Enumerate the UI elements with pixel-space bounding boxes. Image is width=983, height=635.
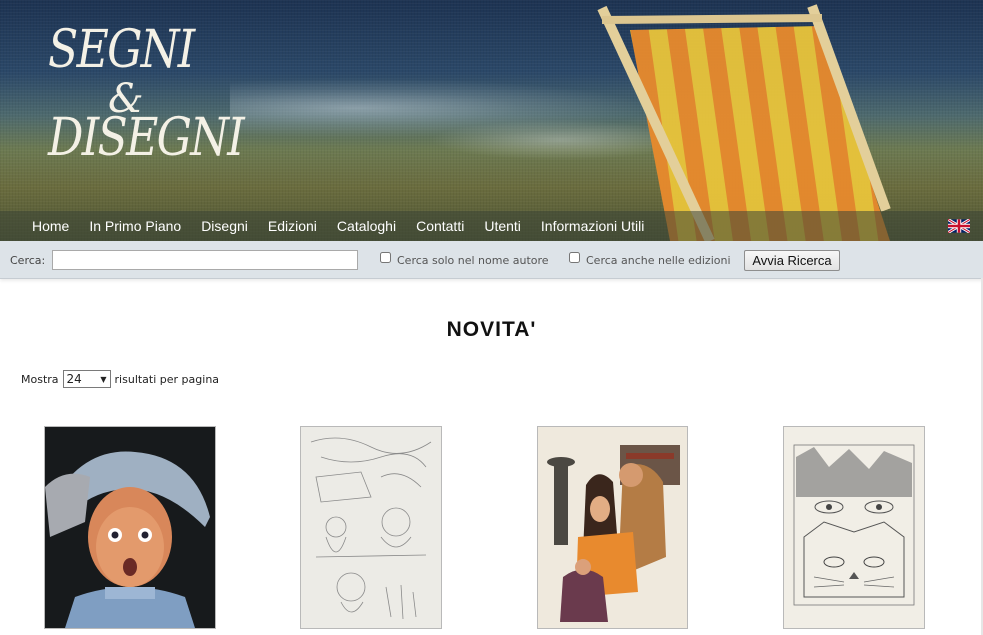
- chevron-down-icon: ▼: [100, 374, 107, 384]
- author-only-checkbox[interactable]: [380, 252, 391, 263]
- nav-contatti[interactable]: Contatti: [416, 218, 464, 234]
- search-button[interactable]: Avvia Ricerca: [744, 250, 840, 271]
- per-page-select[interactable]: 24 ▼: [62, 370, 111, 388]
- nav-home[interactable]: Home: [32, 218, 69, 234]
- nav-informazioni-utili[interactable]: Informazioni Utili: [541, 218, 644, 234]
- main-navigation: Home In Primo Piano Disegni Edizioni Cat…: [0, 211, 983, 241]
- include-editions-label[interactable]: Cerca anche nelle edizioni: [586, 254, 731, 267]
- search-bar: Cerca: Cerca solo nel nome autore Cerca …: [0, 241, 983, 279]
- page-title: NOVITA': [446, 318, 537, 341]
- search-label: Cerca:: [10, 254, 46, 267]
- artwork-card[interactable]: [300, 426, 442, 629]
- nav-in-primo-piano[interactable]: In Primo Piano: [89, 218, 181, 234]
- per-page-value: 24: [66, 372, 82, 386]
- search-input[interactable]: [52, 250, 358, 270]
- results-per-page-control: Mostra 24 ▼ risultati per pagina: [21, 369, 219, 389]
- include-editions-checkbox[interactable]: [569, 252, 580, 263]
- artwork-pencil-sketch: [301, 427, 441, 628]
- author-only-label[interactable]: Cerca solo nel nome autore: [397, 254, 549, 267]
- site-logo[interactable]: SEGNI & DISEGNI: [48, 20, 245, 180]
- header-banner: SEGNI & DISEGNI: [0, 0, 983, 241]
- nav-disegni[interactable]: Disegni: [201, 218, 248, 234]
- artwork-card[interactable]: [783, 426, 925, 629]
- uk-flag-icon[interactable]: [948, 219, 970, 233]
- artwork-boy-portrait: [45, 427, 215, 628]
- nav-edizioni[interactable]: Edizioni: [268, 218, 317, 234]
- nav-cataloghi[interactable]: Cataloghi: [337, 218, 396, 234]
- show-suffix: risultati per pagina: [114, 372, 220, 386]
- show-prefix: Mostra: [21, 372, 59, 386]
- nav-utenti[interactable]: Utenti: [484, 218, 521, 234]
- artwork-card[interactable]: [44, 426, 216, 629]
- artwork-cat-sketch: [784, 427, 924, 628]
- deck-chair-illustration: [597, 4, 891, 241]
- artwork-couple-illustration: [538, 427, 687, 628]
- artwork-card[interactable]: [537, 426, 688, 629]
